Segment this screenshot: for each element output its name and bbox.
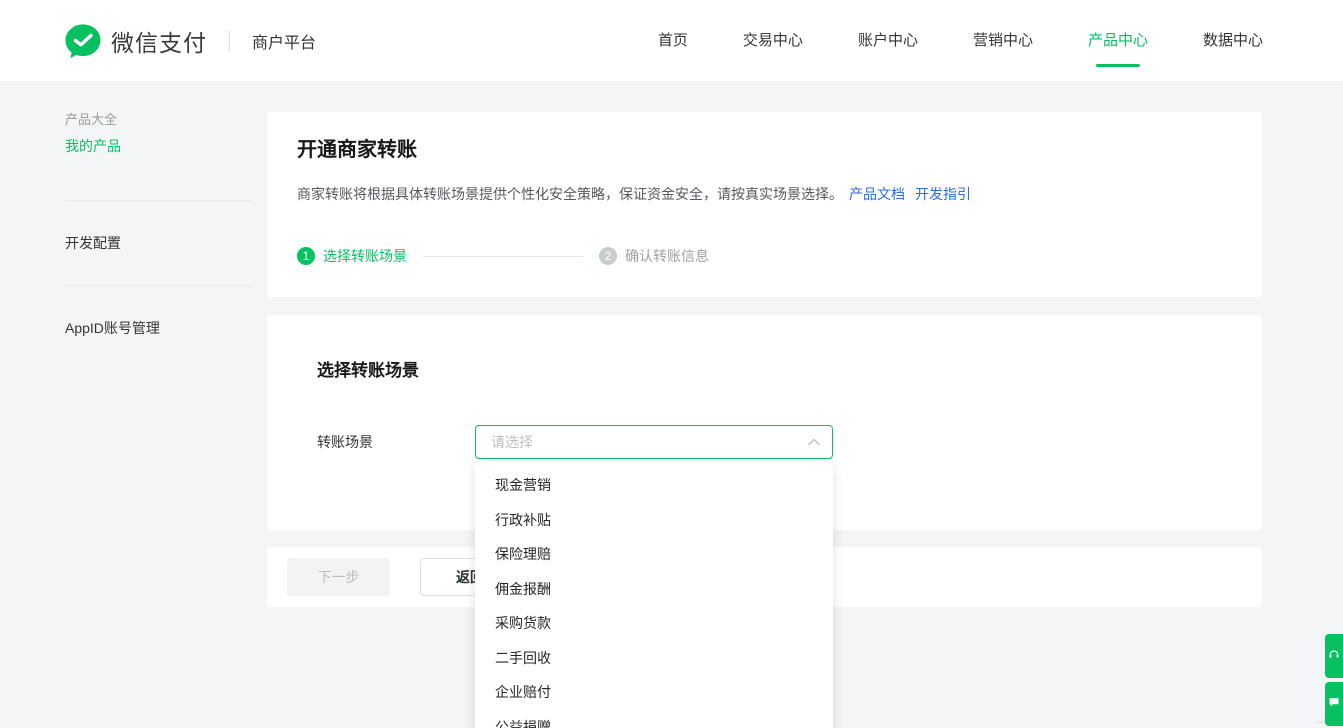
step-2-label: 确认转账信息 [625, 246, 709, 266]
headset-icon [1328, 647, 1340, 665]
sidebar-divider [65, 285, 253, 286]
dropdown-option-cash-marketing[interactable]: 现金营销 [475, 468, 833, 503]
chevron-up-icon [808, 433, 820, 451]
transfer-scene-label: 转账场景 [317, 432, 373, 452]
feedback-widget[interactable] [1325, 682, 1343, 726]
sidebar-item-my-products[interactable]: 我的产品 [65, 136, 121, 156]
brand[interactable]: 微信支付 商户平台 [63, 21, 316, 61]
nav-item-transactions[interactable]: 交易中心 [743, 0, 803, 81]
nav-item-home[interactable]: 首页 [658, 0, 688, 81]
dropdown-option-commission[interactable]: 佣金报酬 [475, 572, 833, 607]
sidebar-item-appid-management[interactable]: AppID账号管理 [65, 318, 160, 338]
customer-service-widget[interactable] [1325, 634, 1343, 678]
sidebar-item-dev-config[interactable]: 开发配置 [65, 233, 121, 253]
nav-item-products[interactable]: 产品中心 [1088, 0, 1148, 81]
intro-description-text: 商家转账将根据具体转账场景提供个性化安全策略，保证资金安全，请按真实场景选择。 [297, 186, 843, 202]
transfer-scene-select[interactable]: 请选择 [475, 425, 833, 459]
dev-guide-link[interactable]: 开发指引 [915, 186, 971, 202]
dropdown-option-enterprise-compensation[interactable]: 企业赔付 [475, 675, 833, 710]
form-title: 选择转账场景 [317, 356, 419, 381]
merchant-platform-page: 微信支付 商户平台 首页 交易中心 账户中心 营销中心 产品中心 数据中心 产品… [0, 0, 1343, 728]
step-2-dot: 2 [599, 247, 617, 265]
step-1-dot: 1 [297, 247, 315, 265]
sidebar-section-all-products[interactable]: 产品大全 [65, 109, 117, 128]
product-doc-link[interactable]: 产品文档 [849, 186, 905, 202]
header: 微信支付 商户平台 首页 交易中心 账户中心 营销中心 产品中心 数据中心 [0, 0, 1343, 81]
step-indicator: 1 选择转账场景 2 确认转账信息 [297, 246, 709, 266]
dropdown-option-insurance-claim[interactable]: 保险理赔 [475, 537, 833, 572]
brand-divider [229, 31, 230, 51]
transfer-scene-dropdown: 现金营销 行政补贴 保险理赔 佣金报酬 采购货款 二手回收 企业赔付 公益捐赠 [475, 462, 833, 728]
header-nav: 首页 交易中心 账户中心 营销中心 产品中心 数据中心 [658, 0, 1263, 81]
step-connector [423, 256, 583, 257]
dropdown-option-admin-subsidy[interactable]: 行政补贴 [475, 503, 833, 538]
brand-name: 微信支付 [111, 24, 207, 58]
portal-name: 商户平台 [252, 29, 316, 53]
wechat-pay-logo-icon [63, 21, 103, 61]
intro-card: 开通商家转账 商家转账将根据具体转账场景提供个性化安全策略，保证资金安全，请按真… [267, 112, 1262, 297]
dropdown-option-procurement[interactable]: 采购货款 [475, 606, 833, 641]
dropdown-option-charity[interactable]: 公益捐赠 [475, 710, 833, 728]
chat-bubble-icon [1328, 695, 1340, 713]
nav-item-account[interactable]: 账户中心 [858, 0, 918, 81]
nav-item-marketing[interactable]: 营销中心 [973, 0, 1033, 81]
sidebar-divider [65, 200, 253, 201]
sidebar: 产品大全 我的产品 开发配置 AppID账号管理 [0, 81, 250, 728]
dropdown-option-secondhand-recycle[interactable]: 二手回收 [475, 641, 833, 676]
step-1-label: 选择转账场景 [323, 246, 407, 266]
intro-description: 商家转账将根据具体转账场景提供个性化安全策略，保证资金安全，请按真实场景选择。产… [297, 184, 971, 204]
next-step-button[interactable]: 下一步 [287, 558, 390, 596]
page-title: 开通商家转账 [297, 133, 417, 162]
select-placeholder: 请选择 [491, 432, 808, 452]
nav-item-data[interactable]: 数据中心 [1203, 0, 1263, 81]
